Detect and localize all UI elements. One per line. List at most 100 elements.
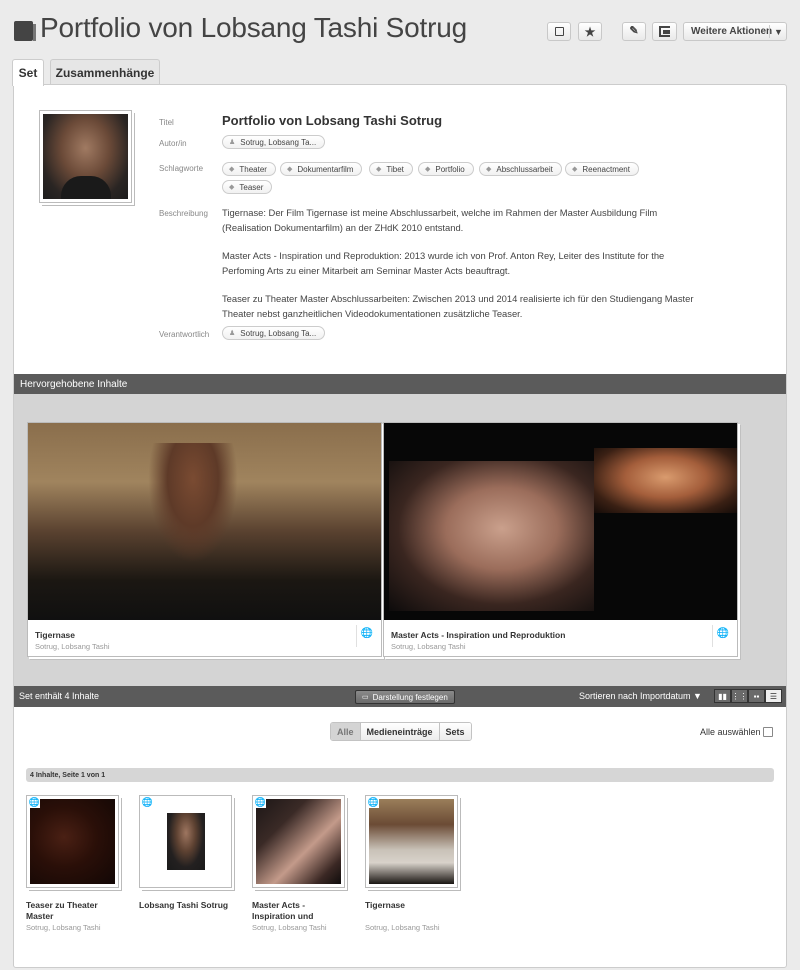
caption-divider: [712, 625, 713, 647]
edit-button[interactable]: ✎: [622, 22, 646, 41]
tab-set[interactable]: Set: [12, 59, 44, 86]
page-header: Portfolio von Lobsang Tashi Sotrug ★ ✎ W…: [0, 0, 800, 58]
set-layout-button[interactable]: ▭ Darstellung festlegen: [355, 690, 455, 704]
highlight-card[interactable]: Tigernase Sotrug, Lobsang Tashi 🌐: [27, 422, 382, 657]
media-thumbnail[interactable]: 🌐: [139, 795, 232, 888]
set-cover-thumbnail[interactable]: [39, 110, 132, 203]
set-count-label: Set enthält 4 Inhalte: [19, 691, 100, 701]
keyword-pill[interactable]: ◆ Abschlussarbeit: [479, 162, 562, 176]
description-paragraph: Master Acts - Inspiration und Reprodukti…: [222, 250, 665, 276]
keyword-label: Portfolio: [435, 164, 465, 174]
keyword-pill[interactable]: ◆ Teaser: [222, 180, 273, 194]
globe-icon: 🌐: [716, 628, 729, 639]
highlight-author: Sotrug, Lobsang Tashi: [391, 642, 466, 651]
person-icon: ♟: [229, 330, 236, 337]
keyword-pill[interactable]: ◆ Tibet: [369, 162, 413, 176]
tag-icon: ◆: [572, 166, 578, 173]
author-pill[interactable]: ♟ Sotrug, Lobsang Ta...: [222, 135, 326, 149]
set-toolbar: Set enthält 4 Inhalte ▭ Darstellung fest…: [14, 686, 786, 707]
highlight-image: [28, 423, 381, 620]
tag-icon: ◆: [229, 166, 235, 173]
tab-zusammenhaenge[interactable]: Zusammenhänge: [50, 59, 160, 85]
keyword-label: Tibet: [386, 164, 404, 174]
select-all-label: Alle auswählen: [700, 727, 761, 737]
view-thumbs-button[interactable]: ▪▪: [748, 689, 765, 703]
globe-icon: 🌐: [254, 797, 267, 808]
keyword-label: Teaser: [239, 182, 264, 192]
keyword-pill[interactable]: ◆ Reenactment: [565, 162, 639, 176]
keyword-label: Reenactment: [582, 164, 630, 174]
video-frame-left: [389, 461, 594, 611]
grid-icon: ⋮⋮: [731, 691, 748, 701]
keyword-pill[interactable]: ◆ Theater: [222, 162, 276, 176]
description-paragraph: Teaser zu Theater Master Abschlussarbeit…: [222, 293, 694, 319]
author-value: Sotrug, Lobsang Ta...: [240, 137, 317, 147]
keyword-label: Theater: [239, 164, 267, 174]
select-all-checkbox[interactable]: [763, 727, 773, 737]
export-button[interactable]: [652, 22, 677, 41]
video-frame-right: [594, 448, 737, 513]
cover-image: [43, 114, 128, 199]
layout-icon: ▭: [362, 694, 369, 701]
select-square-icon: [554, 27, 564, 36]
highlights-area: Tigernase Sotrug, Lobsang Tashi 🌐 Master…: [14, 394, 786, 686]
favorite-button[interactable]: ★: [578, 22, 602, 41]
tiles-icon: ▮▮: [718, 691, 727, 701]
highlight-author: Sotrug, Lobsang Tashi: [35, 642, 110, 651]
keyword-label: Dokumentarfilm: [297, 164, 354, 174]
tag-icon: ◆: [287, 166, 293, 173]
person-icon: ♟: [229, 139, 236, 146]
view-grid-button[interactable]: ⋮⋮: [731, 689, 748, 703]
main-panel: Titel Portfolio von Lobsang Tashi Sotrug…: [13, 84, 787, 968]
filter-sets[interactable]: Sets: [439, 723, 471, 740]
thumbnail-title[interactable]: Lobsang Tashi Sotrug: [139, 900, 234, 911]
thumbnail-author: Sotrug, Lobsang Tashi: [26, 923, 101, 932]
set-layout-label: Darstellung festlegen: [372, 692, 448, 702]
thumbnail-image: [369, 799, 454, 884]
filter-group: Alle Medieneinträge Sets: [330, 722, 472, 741]
author-label: Autor/in: [159, 139, 187, 148]
description-label: Beschreibung: [159, 209, 208, 218]
view-list-button[interactable]: ☰: [765, 689, 782, 703]
set-icon: [14, 21, 36, 41]
sort-dropdown[interactable]: Sortieren nach Importdatum ▼: [579, 691, 702, 701]
media-thumbnail[interactable]: 🌐: [365, 795, 458, 888]
pagination-bar: 4 Inhalte, Seite 1 von 1: [26, 768, 774, 782]
caption-divider: [356, 625, 357, 647]
globe-icon: 🌐: [360, 628, 373, 639]
thumbnail-image: [167, 813, 205, 870]
thumbnail-author: Sotrug, Lobsang Tashi: [365, 923, 440, 932]
split-divider: [769, 25, 770, 38]
pencil-icon: ✎: [629, 25, 639, 37]
highlight-title: Tigernase: [35, 630, 76, 640]
star-icon: ★: [584, 24, 596, 39]
tag-icon: ◆: [376, 166, 382, 173]
thumbnail-title[interactable]: Master Acts - Inspiration und: [252, 900, 347, 922]
more-actions-button[interactable]: Weitere Aktionen ▼: [683, 22, 787, 41]
thumbnail-title[interactable]: Tigernase: [365, 900, 460, 911]
keyword-pill[interactable]: ◆ Dokumentarfilm: [280, 162, 363, 176]
thumbnail-title[interactable]: Teaser zu Theater Master: [26, 900, 121, 922]
keywords-label: Schlagworte: [159, 164, 204, 173]
thumbs-icon: ▪▪: [753, 691, 760, 701]
title-value: Portfolio von Lobsang Tashi Sotrug: [222, 113, 443, 128]
responsible-label: Verantwortlich: [159, 330, 210, 339]
media-thumbnail[interactable]: 🌐: [26, 795, 119, 888]
select-button[interactable]: [547, 22, 571, 41]
keyword-label: Abschlussarbeit: [496, 164, 553, 174]
caret-down-icon: ▼: [774, 26, 783, 37]
view-tiles-button[interactable]: ▮▮: [714, 689, 731, 703]
responsible-pill[interactable]: ♟ Sotrug, Lobsang Ta...: [222, 326, 326, 340]
globe-icon: 🌐: [367, 797, 380, 808]
list-icon: ☰: [769, 691, 778, 701]
filter-all[interactable]: Alle: [331, 723, 361, 740]
tag-icon: ◆: [486, 166, 492, 173]
globe-icon: 🌐: [141, 797, 154, 808]
globe-icon: 🌐: [28, 797, 41, 808]
filter-media-entries[interactable]: Medieneinträge: [360, 723, 440, 740]
tag-icon: ◆: [425, 166, 431, 173]
keyword-pill[interactable]: ◆ Portfolio: [418, 162, 474, 176]
highlight-card[interactable]: Master Acts - Inspiration und Reprodukti…: [383, 422, 738, 657]
media-thumbnail[interactable]: 🌐: [252, 795, 345, 888]
thumbnail-image: [256, 799, 341, 884]
